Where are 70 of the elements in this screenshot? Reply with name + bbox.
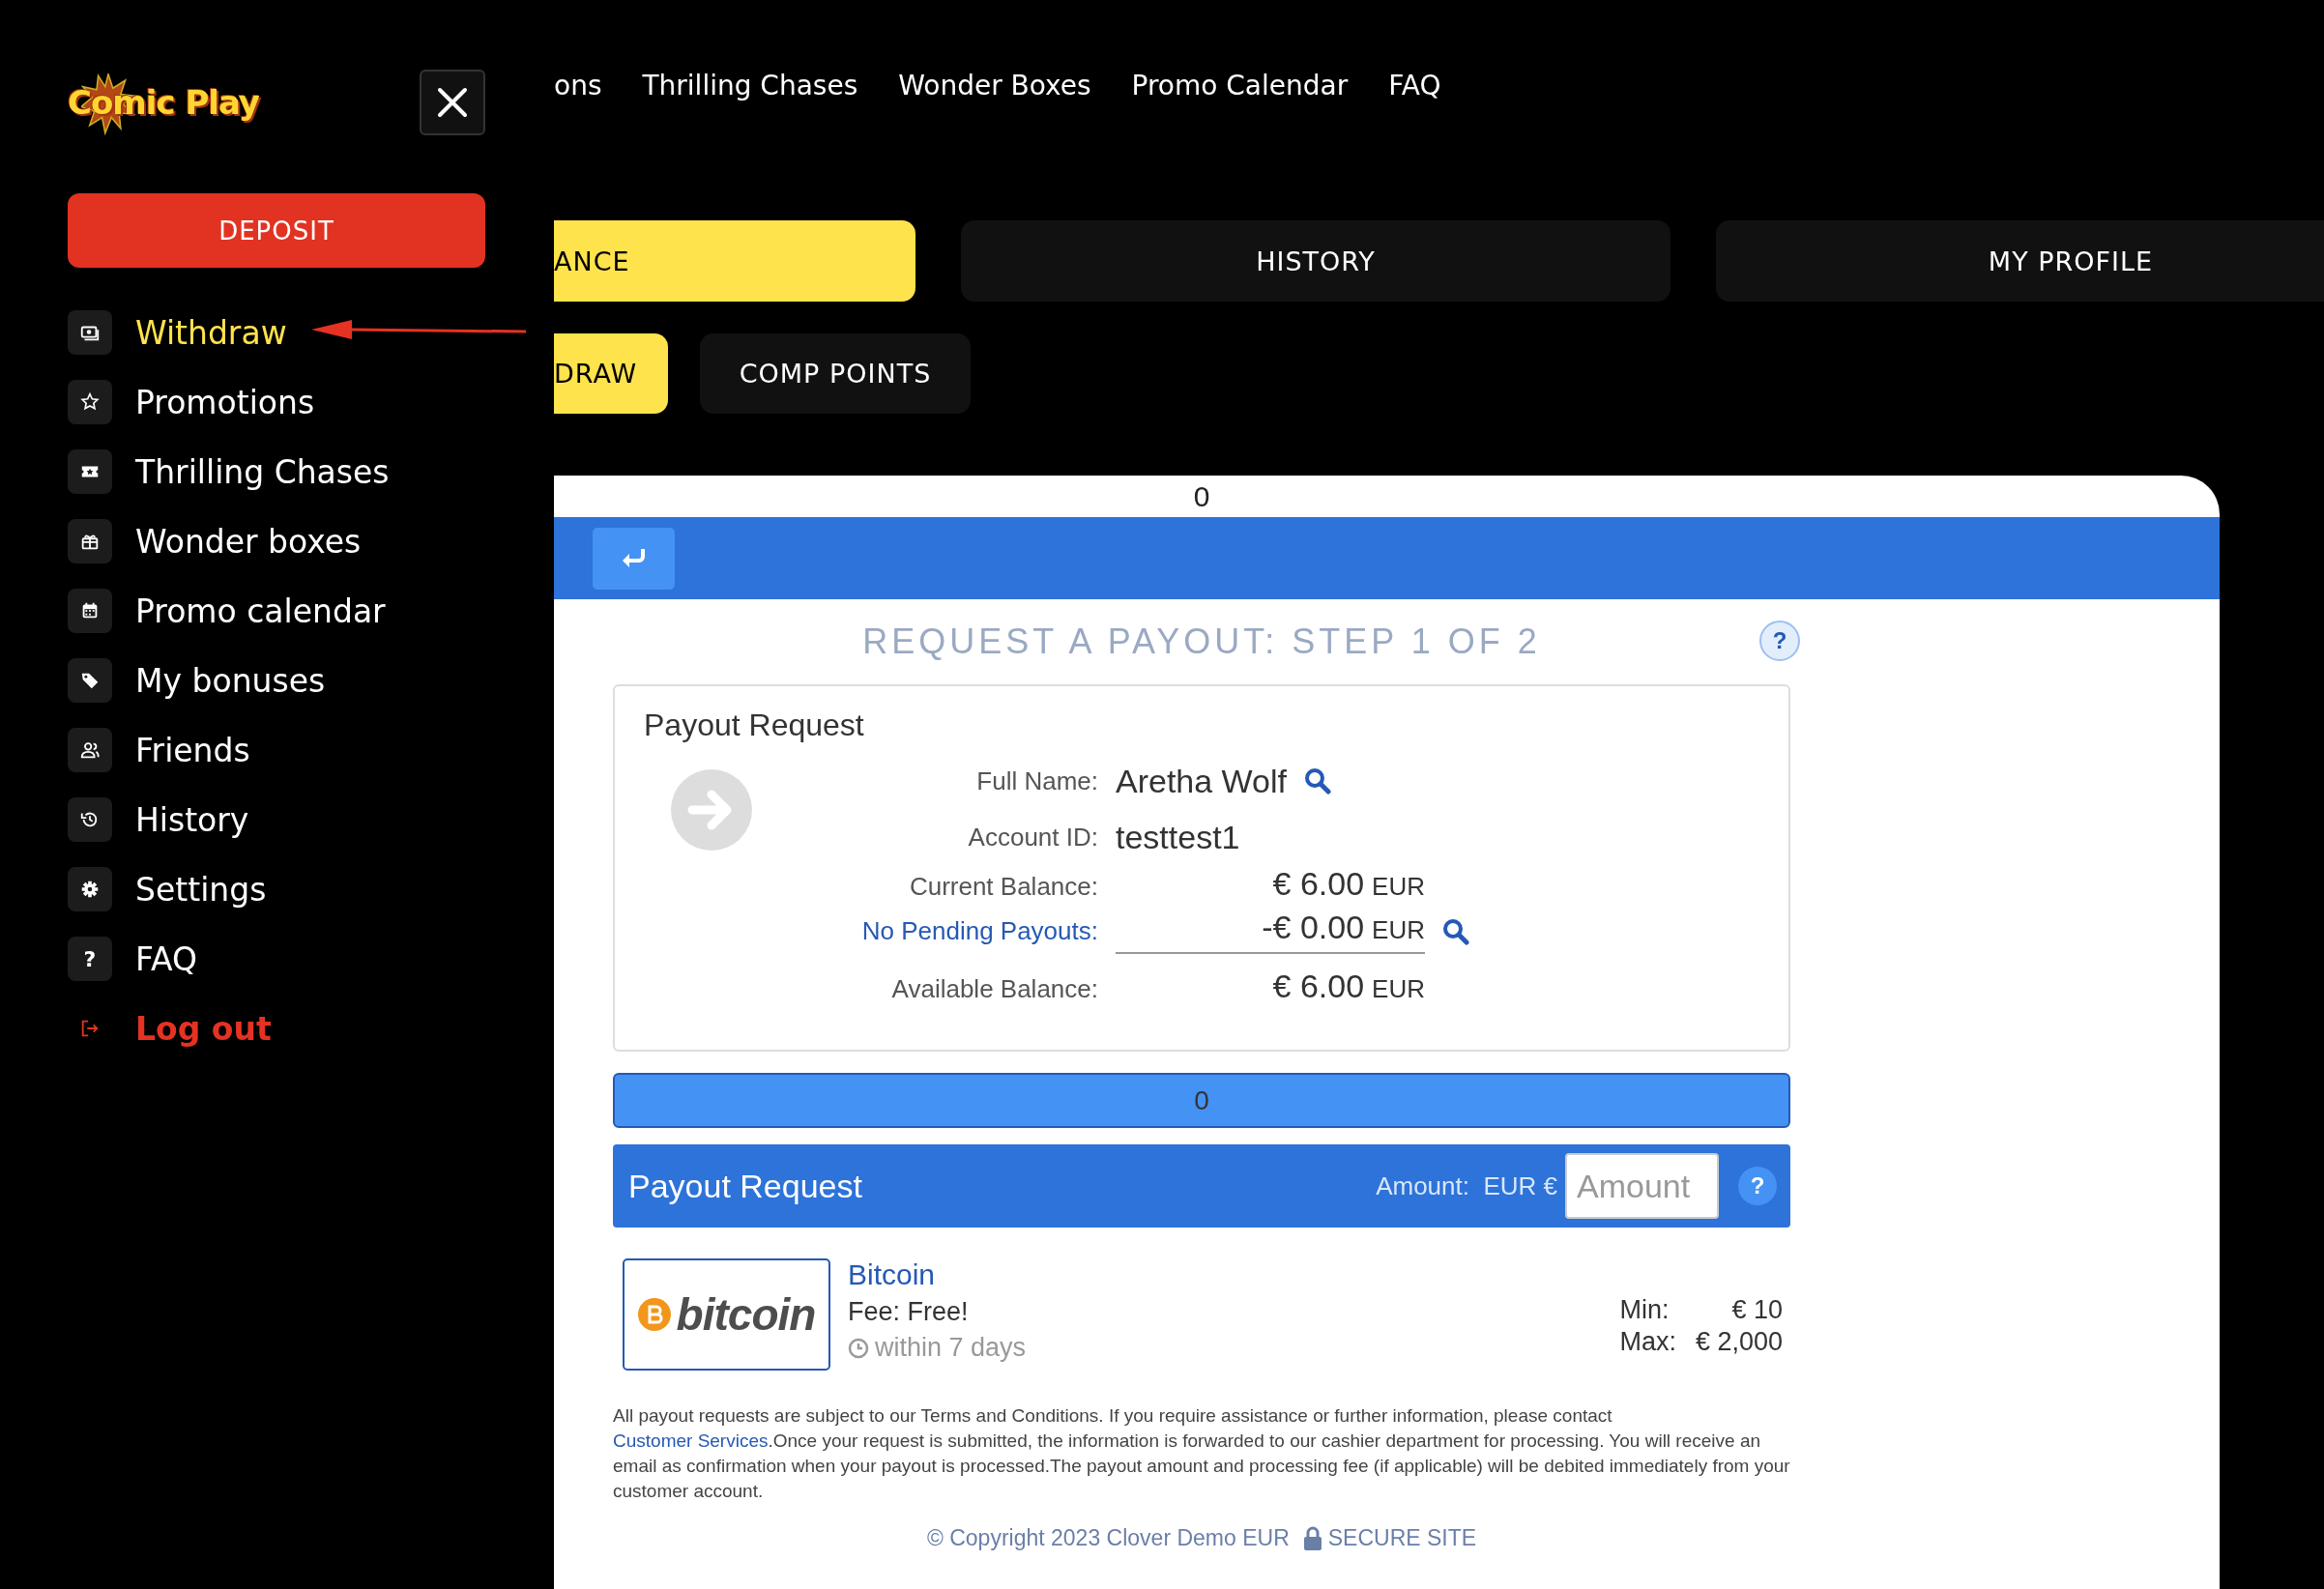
settings-icon (68, 867, 112, 911)
tab[interactable]: ANCE (554, 220, 915, 302)
field-label: Available Balance: (890, 973, 1098, 1005)
help-button[interactable]: ? (1759, 621, 1800, 661)
field-label: Account ID: (967, 822, 1098, 853)
coin-icon (637, 1298, 671, 1331)
sub-tab[interactable]: COMP POINTS (700, 333, 971, 414)
nav-link[interactable]: Wonder Boxes (898, 69, 1091, 101)
time-text: within 7 days (875, 1333, 1027, 1363)
gift-icon (68, 519, 112, 563)
money-icon (68, 310, 112, 355)
field-label: Full Name: (975, 766, 1098, 797)
limit-label: Max: (1619, 1327, 1676, 1357)
fee-text: Fee: Free! (848, 1297, 970, 1327)
limit-label: Min: (1619, 1295, 1670, 1325)
account-id: testtest1 (1116, 817, 1241, 857)
tab[interactable]: HISTORY (961, 220, 1670, 302)
card-title: Payout Request (644, 708, 865, 743)
logout-link[interactable]: Log out (68, 1006, 554, 1051)
lock-icon (1302, 1525, 1322, 1551)
close-button[interactable] (420, 70, 485, 135)
pending-payouts-link[interactable]: No Pending Payouts: (837, 910, 1098, 953)
menu-item[interactable]: ? FAQ (68, 937, 554, 981)
nav-link[interactable]: Thrilling Chases (642, 69, 858, 101)
bitcoin-logo[interactable]: bitcoin (623, 1258, 830, 1371)
users-icon (68, 728, 112, 772)
nav-link[interactable]: Promo Calendar (1131, 69, 1349, 101)
amount-label: Amount: EUR € (1376, 1170, 1557, 1201)
search-icon[interactable] (1442, 917, 1469, 945)
nav-link[interactable]: ons (554, 69, 602, 101)
calendar-icon (68, 589, 112, 633)
tab[interactable]: MY PROFILE (1716, 220, 2324, 302)
clock-icon (848, 1337, 869, 1359)
method-name[interactable]: Bitcoin (848, 1258, 1620, 1291)
bar-title: Payout Request (628, 1167, 863, 1205)
history-icon (68, 797, 112, 842)
arrow-circle-icon (671, 769, 752, 851)
menu-item[interactable]: Withdraw (68, 310, 554, 355)
amount-value: € 6.00 EUR (1271, 968, 1425, 1006)
menu-item[interactable]: Promotions (68, 380, 554, 424)
menu-item[interactable]: My bonuses (68, 658, 554, 703)
search-icon[interactable] (1304, 767, 1331, 794)
disclaimer-text: All payout requests are subject to our Terms and Conditions. If you require assistance or further information, please contact Customer Services.Once your request is submitted, the information is forwarded to our cashier department for processing. You will receive an email as confirmation when your payout is processed.The payout amount and processing fee (if applicable) will be debited immediately from your customer account. (613, 1404, 1790, 1503)
close-icon (436, 86, 469, 119)
field-label: Current Balance: (908, 871, 1098, 903)
counter-text: 0 (1193, 479, 1210, 513)
menu-item[interactable]: Friends (68, 728, 554, 772)
counter-bar: 0 (613, 1073, 1790, 1128)
amount-value: € 6.00 EUR (1271, 865, 1425, 904)
menu-item[interactable]: Wonder boxes (68, 519, 554, 563)
sub-tab[interactable]: DRAW (554, 333, 668, 414)
page-title: REQUEST A PAYOUT: STEP 1 OF 2 (862, 621, 1541, 662)
back-button[interactable] (593, 527, 675, 590)
nav-link[interactable]: FAQ (1388, 69, 1441, 101)
copyright-text: © Copyright 2023 Clover Demo EUR (926, 1525, 1290, 1551)
menu-item[interactable]: Thrilling Chases (68, 449, 554, 494)
ticket-icon (68, 449, 112, 494)
limit-value: € 2,000 (1695, 1327, 1783, 1357)
amount-input[interactable]: Amount (1565, 1153, 1719, 1219)
tag-icon (68, 658, 112, 703)
menu-item[interactable]: Promo calendar (68, 589, 554, 633)
help-icon: ? (68, 937, 112, 981)
full-name: Aretha Wolf (1116, 753, 1425, 809)
customer-services-link[interactable]: Customer Services (613, 1430, 769, 1451)
amount-value: -€ 0.00 EUR (1116, 909, 1425, 954)
menu-item[interactable]: History (68, 797, 554, 842)
limit-value: € 10 (1730, 1295, 1783, 1325)
secure-site-text: SECURE SITE (1327, 1525, 1477, 1551)
menu-item[interactable]: Settings (68, 867, 554, 911)
deposit-button[interactable]: DEPOSIT (68, 193, 485, 268)
